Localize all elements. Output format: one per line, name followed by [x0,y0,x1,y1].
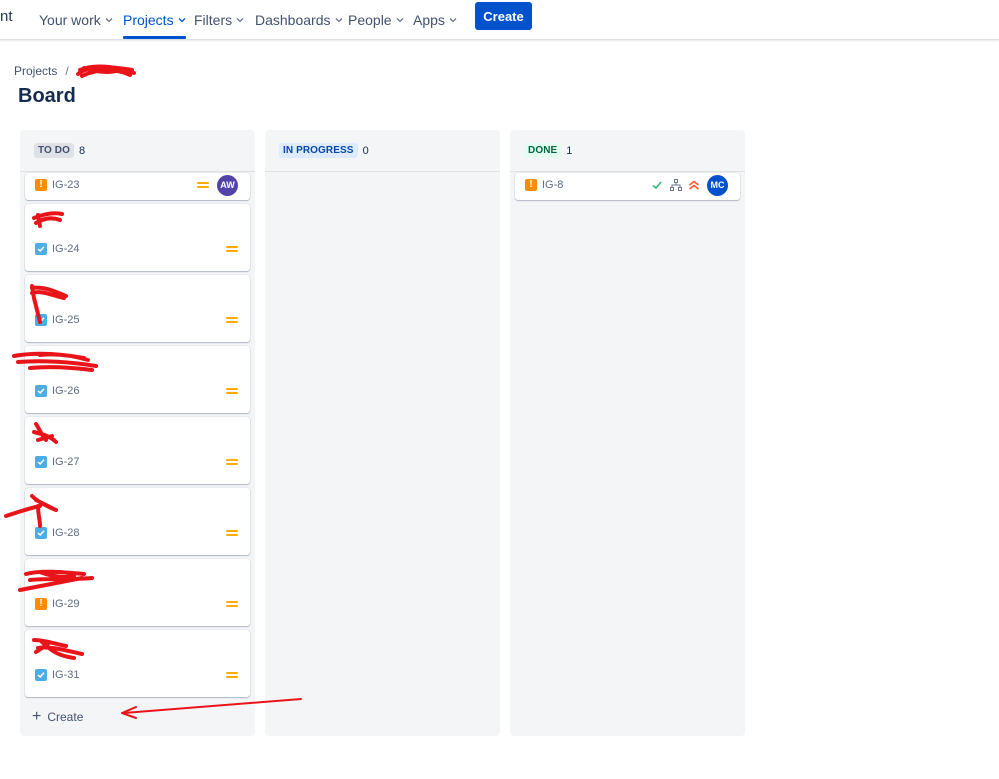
card-footer: IG-25 [35,312,238,328]
issue-card[interactable]: IG-27 [25,417,250,484]
bug-icon: ! [35,179,47,191]
nav-projects[interactable]: Projects [123,0,186,40]
card-footer: IG-31 [35,667,238,683]
nav-your-work-label: Your work [39,12,101,28]
checkbox-story-icon [35,456,47,468]
issue-key[interactable]: IG-8 [542,179,563,191]
check-icon [652,181,662,190]
chevron-down-icon [178,18,186,23]
priority-medium-icon [226,315,238,325]
checkbox-story-icon [35,527,47,539]
issue-card[interactable]: IG-25 [25,275,250,342]
assignee-avatar[interactable]: AW [217,174,238,196]
card-footer: ! IG-8 MC [525,174,728,196]
issue-key[interactable]: IG-31 [52,669,80,681]
status-lozenge: DONE [524,143,562,158]
nav-people[interactable]: People [348,0,404,40]
issue-card[interactable]: ! IG-29 [25,559,250,626]
card-footer: ! IG-29 [35,596,238,612]
breadcrumb-separator: / [65,64,69,78]
issue-key[interactable]: IG-29 [52,598,80,610]
app-logo[interactable]: nt [0,8,13,25]
nav-apps-label: Apps [413,12,445,28]
column-header: DONE 1 [510,130,745,172]
checkbox-story-icon [35,385,47,397]
bug-icon: ! [525,179,537,191]
priority-medium-icon [226,386,238,396]
issue-card[interactable]: IG-26 [25,346,250,413]
checkbox-story-icon [35,314,47,326]
issue-key[interactable]: IG-23 [52,179,80,191]
issue-card[interactable]: ! IG-23 AW [25,173,250,200]
priority-medium-icon [226,599,238,609]
plus-icon: + [32,708,42,725]
column-in-progress: IN PROGRESS 0 [265,130,500,736]
nav-filters-label: Filters [194,12,233,28]
bug-icon: ! [35,598,47,610]
assignee-avatar[interactable]: MC [707,174,728,196]
issue-key[interactable]: IG-27 [52,456,80,468]
issue-card[interactable]: IG-28 [25,488,250,555]
create-issue-button[interactable]: + Create [32,708,84,725]
card-footer: IG-24 [35,241,238,257]
nav-people-label: People [348,12,392,28]
priority-medium-icon [226,670,238,680]
issue-card[interactable]: IG-24 [25,204,250,271]
issue-key[interactable]: IG-28 [52,527,80,539]
priority-medium-icon [226,244,238,254]
issue-key[interactable]: IG-25 [52,314,80,326]
nav-your-work[interactable]: Your work [39,0,113,40]
issue-key[interactable]: IG-26 [52,385,80,397]
priority-medium-icon [226,528,238,538]
checkbox-story-icon [35,243,47,255]
status-lozenge: TO DO [34,143,74,158]
breadcrumb-projects-link[interactable]: Projects [14,64,57,78]
breadcrumb: Projects / [14,64,75,78]
issue-count: 8 [78,144,86,157]
page-title: Board [18,85,76,107]
column-header: TO DO 8 [20,130,255,172]
issue-key[interactable]: IG-24 [52,243,80,255]
priority-medium-icon [226,457,238,467]
chevron-down-icon [335,18,342,23]
subtask-icon [670,179,682,191]
column-done: DONE 1 ! IG-8 MC [510,130,745,736]
redaction-mark [76,64,136,78]
issue-count: 0 [362,144,369,157]
create-issue-label: Create [47,710,84,724]
nav-projects-label: Projects [123,12,174,28]
card-footer: IG-26 [35,383,238,399]
create-button[interactable]: Create [475,2,532,30]
chevron-down-icon [449,18,457,23]
priority-medium-icon [197,180,209,190]
chevron-down-icon [105,18,113,23]
nav-dashboards[interactable]: Dashboards [255,0,343,40]
issue-card[interactable]: IG-31 [25,630,250,697]
column-todo: TO DO 8 ! IG-23 AW IG-24 IG-25 IG-26 IG-… [20,130,255,736]
nav-dashboards-label: Dashboards [255,12,331,28]
top-navigation: nt Your work Projects Filters Dashboards… [0,0,999,40]
nav-apps[interactable]: Apps [413,0,457,40]
column-header: IN PROGRESS 0 [265,130,500,172]
card-footer: IG-28 [35,525,238,541]
card-footer: ! IG-23 AW [35,174,238,196]
priority-highest-icon [689,180,699,190]
issue-count: 1 [566,144,573,157]
issue-card[interactable]: ! IG-8 MC [515,173,740,200]
checkbox-story-icon [35,669,47,681]
chevron-down-icon [236,18,244,23]
status-lozenge: IN PROGRESS [279,143,358,158]
nav-filters[interactable]: Filters [194,0,244,40]
chevron-down-icon [396,18,404,23]
card-footer: IG-27 [35,454,238,470]
